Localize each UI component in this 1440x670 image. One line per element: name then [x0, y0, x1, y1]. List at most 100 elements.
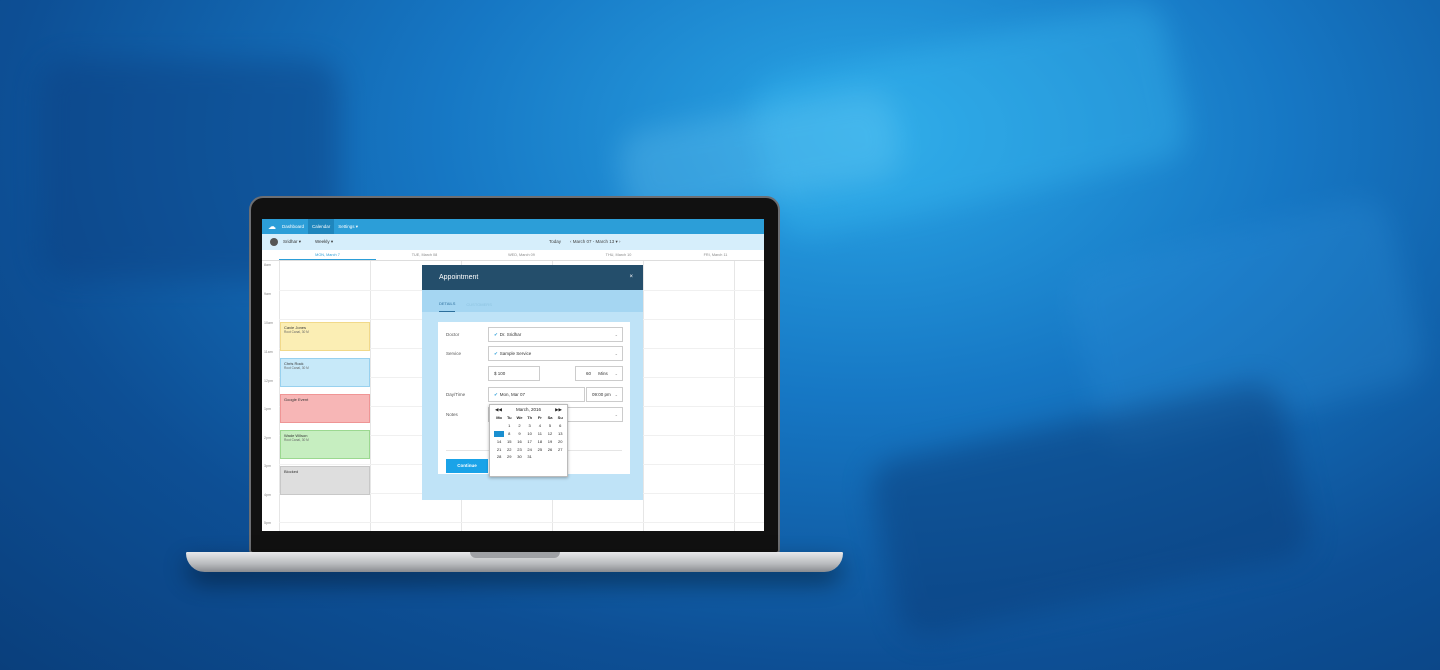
date-cell[interactable]: 17 — [525, 439, 535, 446]
date-cell[interactable]: 24 — [525, 447, 535, 454]
time-label: 5pm — [264, 521, 271, 525]
duration-select[interactable]: 60 Mins ⌄ — [575, 366, 623, 381]
chevron-down-icon: ⌄ — [614, 371, 618, 376]
calendar-event[interactable]: Chris Rock Root Canal, 30 M — [280, 358, 370, 387]
date-cell[interactable]: 25 — [535, 447, 545, 454]
day-header-row: MON, March 7 TUE, March 08 WED, March 09… — [262, 250, 764, 261]
prev-month-icon[interactable]: ◀◀ — [495, 405, 502, 415]
date-cell — [545, 454, 555, 461]
time-value: 09:00 pm — [592, 392, 611, 397]
date-cell[interactable]: 31 — [525, 454, 535, 461]
service-select[interactable]: ✔ Sample Service ⌄ — [488, 346, 623, 361]
calendar-event[interactable]: Wade Wilson Root Canal, 30 M — [280, 430, 370, 459]
time-label: 9am — [264, 292, 271, 296]
date-cell[interactable]: 8 — [504, 431, 514, 438]
time-select[interactable]: 09:00 pm ⌄ — [586, 387, 623, 402]
calendar-event[interactable]: Google Event — [280, 394, 370, 423]
date-cell — [494, 423, 504, 430]
grid-column-line — [734, 261, 735, 531]
nav-dashboard[interactable]: Dashboard — [278, 219, 308, 234]
check-icon: ✔ — [494, 332, 498, 337]
date-cell[interactable]: 20 — [555, 439, 565, 446]
calendar-event[interactable]: Blocked — [280, 466, 370, 495]
time-label: 12pm — [264, 379, 273, 383]
date-cell[interactable]: 6 — [555, 423, 565, 430]
doctor-label: Doctor — [446, 332, 460, 337]
weekday-label: Th — [527, 415, 533, 420]
tab-customers[interactable]: CUSTOMERS — [466, 302, 491, 312]
date-cell[interactable]: 27 — [555, 447, 565, 454]
event-subtitle: Root Canal, 30 M — [284, 330, 309, 334]
date-cell[interactable]: 15 — [504, 439, 514, 446]
date-cell[interactable]: 3 — [525, 423, 535, 430]
grid-column-line — [643, 261, 644, 531]
date-cell[interactable]: 4 — [535, 423, 545, 430]
doctor-value: Dr. Sridhar — [499, 332, 522, 337]
day-header[interactable]: WED, March 09 — [473, 250, 570, 260]
date-cell[interactable]: 7 — [494, 430, 505, 438]
date-cell[interactable]: 19 — [545, 439, 555, 446]
time-label: 2pm — [264, 436, 271, 440]
date-field[interactable]: ✔ Mon, Mar 07 — [488, 387, 585, 402]
day-header[interactable]: TUE, March 08 — [376, 250, 473, 260]
date-cell[interactable]: 11 — [535, 431, 545, 438]
price-field[interactable]: $ 100 — [488, 366, 540, 381]
top-nav: ☁ Dashboard Calendar Settings ▾ — [262, 219, 764, 234]
time-label: 1pm — [264, 407, 271, 411]
time-column: 8am 9am 10am 11am 12pm 1pm 2pm 3pm 4pm 5… — [262, 261, 279, 531]
datetime-label: Day/Time — [446, 392, 466, 397]
time-gutter — [262, 250, 279, 260]
event-title: Blocked — [284, 469, 299, 474]
date-range-selector[interactable]: ‹ March 07 - March 13 ▾ › — [570, 239, 621, 245]
duration-unit: Mins — [598, 371, 608, 376]
app-screen: ☁ Dashboard Calendar Settings ▾ Sridhar … — [262, 219, 764, 531]
chevron-down-icon: ⌄ — [614, 412, 618, 417]
time-label: 10am — [264, 321, 273, 325]
nav-calendar[interactable]: Calendar — [308, 219, 335, 234]
date-cell[interactable]: 29 — [504, 454, 514, 461]
date-cell[interactable]: 21 — [494, 447, 504, 454]
day-header[interactable]: FRI, March 11 — [667, 250, 764, 260]
date-cell[interactable]: 22 — [504, 447, 514, 454]
date-cell[interactable]: 18 — [535, 439, 545, 446]
service-label: Service — [446, 351, 462, 356]
date-cell[interactable]: 30 — [514, 454, 524, 461]
date-cell[interactable]: 13 — [555, 431, 565, 438]
doctor-select[interactable]: ✔ Dr. Sridhar ⌄ — [488, 327, 623, 342]
view-dropdown[interactable]: Weekly ▾ — [315, 239, 333, 245]
nav-settings[interactable]: Settings ▾ — [334, 219, 362, 234]
day-header[interactable]: MON, March 7 — [279, 250, 376, 260]
date-cell[interactable]: 23 — [514, 447, 524, 454]
weekday-label: We — [516, 415, 523, 420]
doctor-dropdown[interactable]: Sridhar ▾ — [283, 239, 301, 245]
date-cell[interactable]: 14 — [494, 439, 504, 446]
date-cell — [555, 454, 565, 461]
calendar-toolbar: Sridhar ▾ Weekly ▾ Today ‹ March 07 - Ma… — [262, 234, 764, 250]
tab-details[interactable]: DETAILS — [439, 301, 456, 312]
notes-label: Notes — [446, 412, 458, 417]
date-picker-header: ◀◀ March, 2016 ▶▶ — [490, 405, 567, 415]
calendar-event[interactable]: Cavie Jones Root Canal, 30 M — [280, 322, 370, 351]
grid-row-line — [279, 522, 764, 523]
weekday-label: Tu — [506, 415, 512, 420]
date-cell[interactable]: 10 — [525, 431, 535, 438]
date-cell[interactable]: 28 — [494, 454, 504, 461]
continue-button[interactable]: Continue — [446, 459, 488, 473]
date-cell[interactable]: 1 — [504, 423, 514, 430]
weekday-label: Mo — [496, 415, 502, 420]
date-cell[interactable]: 26 — [545, 447, 555, 454]
date-cell[interactable]: 5 — [545, 423, 555, 430]
event-subtitle: Root Canal, 30 M — [284, 438, 309, 442]
close-icon[interactable]: × — [629, 265, 633, 290]
date-cell[interactable]: 9 — [514, 431, 524, 438]
date-cell[interactable]: 12 — [545, 431, 555, 438]
check-icon: ✔ — [494, 351, 498, 356]
today-button[interactable]: Today — [549, 239, 561, 244]
date-value: Mon, Mar 07 — [499, 392, 526, 397]
next-month-icon[interactable]: ▶▶ — [555, 405, 562, 415]
modal-tabs: DETAILS CUSTOMERS — [422, 290, 643, 312]
date-cell[interactable]: 16 — [514, 439, 524, 446]
date-cell[interactable]: 2 — [514, 423, 524, 430]
event-subtitle: Root Canal, 30 M — [284, 366, 309, 370]
day-header[interactable]: THU, March 10 — [570, 250, 667, 260]
